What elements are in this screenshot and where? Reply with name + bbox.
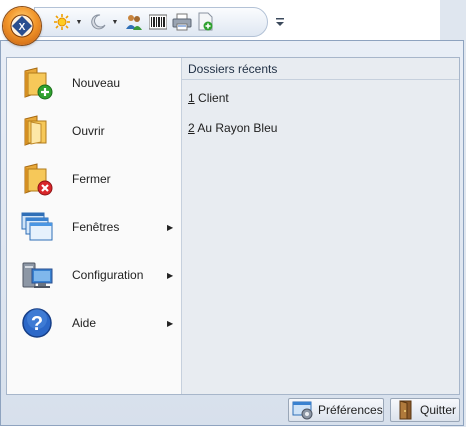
computer-config-icon bbox=[22, 262, 53, 288]
recent-folders-title: Dossiers récents bbox=[182, 58, 459, 80]
submenu-arrow-icon: ▶ bbox=[167, 318, 174, 328]
moon-icon[interactable] bbox=[87, 11, 109, 33]
recent-item-au-rayon-bleu[interactable]: 2 Au Rayon Bleu bbox=[188, 121, 277, 135]
menu-item-fermer[interactable]: Fermer bbox=[7, 156, 181, 202]
barcode-icon[interactable] bbox=[147, 11, 169, 33]
recent-folders-pane: Dossiers récents 1 Client 2 Au Rayon Ble… bbox=[182, 58, 459, 394]
recent-item-accelerator: 2 bbox=[188, 121, 195, 135]
quit-button[interactable]: Quitter bbox=[390, 398, 460, 422]
document-add-icon[interactable] bbox=[195, 11, 217, 33]
menu-item-label: Fenêtres bbox=[72, 220, 120, 234]
exit-door-icon bbox=[399, 400, 412, 420]
app-logo-icon: X bbox=[10, 14, 34, 38]
menu-item-label: Configuration bbox=[72, 268, 144, 282]
recent-item-name: Au Rayon Bleu bbox=[194, 121, 278, 135]
recent-item-accelerator: 1 bbox=[188, 91, 195, 105]
sun-dropdown-arrow[interactable]: ▼ bbox=[75, 11, 83, 33]
menu-item-label: Ouvrir bbox=[72, 124, 105, 138]
recent-item-name: Client bbox=[194, 91, 229, 105]
application-menu-button[interactable]: X bbox=[3, 7, 41, 45]
help-icon: ? bbox=[22, 308, 52, 338]
customize-toolbar-icon[interactable] bbox=[274, 15, 286, 29]
menu-item-label: Fermer bbox=[72, 172, 111, 186]
menu-commands-pane: Nouveau Ouvrir Fermer Fenêtres ▶ Configu… bbox=[7, 58, 182, 394]
menu-item-fenetres[interactable]: Fenêtres ▶ bbox=[7, 204, 181, 250]
folder-new-icon bbox=[24, 67, 53, 100]
sun-icon[interactable] bbox=[51, 11, 73, 33]
menu-item-nouveau[interactable]: Nouveau bbox=[7, 60, 181, 106]
svg-text:?: ? bbox=[31, 313, 43, 335]
folder-close-icon bbox=[24, 163, 53, 196]
users-icon[interactable] bbox=[123, 11, 145, 33]
submenu-arrow-icon: ▶ bbox=[167, 222, 174, 232]
moon-dropdown-arrow[interactable]: ▼ bbox=[111, 11, 119, 33]
menu-item-label: Aide bbox=[72, 316, 97, 330]
recent-item-client[interactable]: 1 Client bbox=[188, 91, 229, 105]
menu-item-aide[interactable]: ? Aide ▶ bbox=[7, 300, 181, 346]
application-menu-body: Nouveau Ouvrir Fermer Fenêtres ▶ Configu… bbox=[6, 57, 460, 395]
quit-label: Quitter bbox=[420, 403, 457, 417]
quick-access-toolbar: ▼ ▼ bbox=[34, 7, 268, 37]
svg-text:X: X bbox=[19, 22, 26, 33]
menu-item-label: Nouveau bbox=[72, 76, 121, 90]
printer-icon[interactable] bbox=[171, 11, 193, 33]
menu-item-ouvrir[interactable]: Ouvrir bbox=[7, 108, 181, 154]
preferences-label: Préférences bbox=[318, 403, 383, 417]
folder-open-icon bbox=[24, 115, 47, 146]
preferences-button[interactable]: Préférences bbox=[288, 398, 384, 422]
windows-icon bbox=[21, 212, 53, 241]
menu-item-configuration[interactable]: Configuration ▶ bbox=[7, 252, 181, 298]
application-menu: Nouveau Ouvrir Fermer Fenêtres ▶ Configu… bbox=[0, 40, 464, 426]
preferences-icon bbox=[292, 401, 313, 420]
submenu-arrow-icon: ▶ bbox=[167, 270, 174, 280]
